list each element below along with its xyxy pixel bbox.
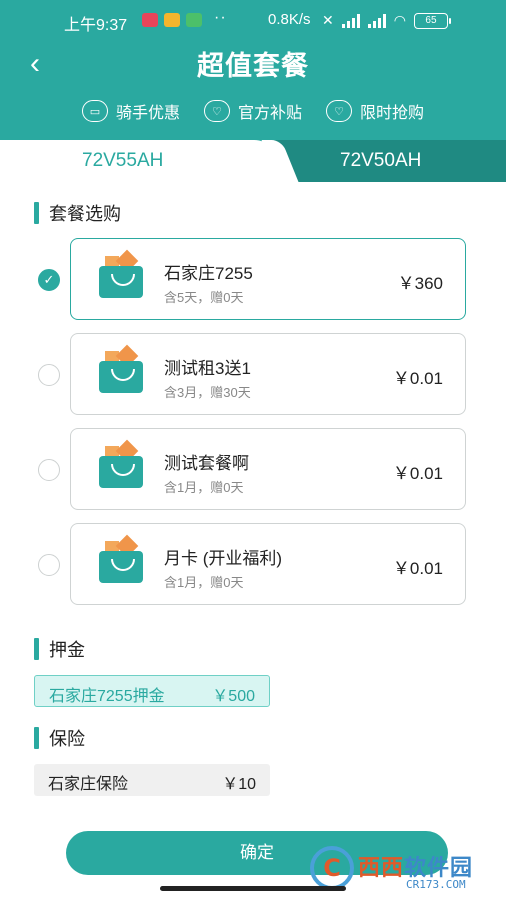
- tab-label-inactive: 72V50AH: [340, 150, 422, 171]
- section-title-deposit: 押金: [34, 636, 85, 662]
- bag-body: [99, 551, 143, 583]
- shopping-bag-icon: [99, 534, 143, 585]
- deposit-price: ￥500: [212, 688, 255, 705]
- package-card[interactable]: 石家庄7255 含5天，赠0天 ￥360: [70, 238, 466, 320]
- package-subtitle: 含1月，赠0天: [164, 575, 244, 590]
- tab-label-active: 72V55AH: [82, 150, 164, 171]
- section-title-packages: 套餐选购: [34, 200, 121, 226]
- bag-body: [99, 361, 143, 393]
- package-price: ￥360: [397, 274, 443, 293]
- perks-row: ▭ 骑手优惠 ♡ 官方补贴 ♡ 限时抢购: [0, 94, 506, 128]
- notification-icons: [142, 13, 202, 27]
- wifi-icon: ◠: [393, 12, 406, 28]
- mi-notification-icon: [186, 13, 202, 27]
- package-card[interactable]: 月卡 (开业福利) 含1月，赠0天 ￥0.01: [70, 523, 466, 605]
- signal-icon: [341, 13, 360, 28]
- bag-body: [99, 456, 143, 488]
- watermark-logo: C: [310, 846, 354, 890]
- package-name: 测试租3送1: [164, 359, 251, 378]
- folder-notification-icon: [164, 13, 180, 27]
- perk-label: 限时抢购: [360, 105, 425, 122]
- section-title-text: 押金: [49, 640, 85, 660]
- perk-label: 官方补贴: [237, 105, 302, 122]
- mute-icon: ✕: [322, 12, 334, 28]
- insurance-name: 石家庄保险: [48, 776, 129, 793]
- deposit-name: 石家庄7255押金: [49, 688, 165, 705]
- package-card[interactable]: 测试套餐啊 含1月，赠0天 ￥0.01: [70, 428, 466, 510]
- deposit-option[interactable]: 石家庄7255押金 ￥500: [34, 675, 270, 707]
- status-time: 上午9:37: [64, 17, 128, 34]
- section-accent-bar: [34, 202, 39, 224]
- package-radio-1[interactable]: ✓: [38, 269, 60, 291]
- status-right-icons: ✕ ◠ 65: [322, 12, 451, 29]
- package-price: ￥0.01: [392, 369, 443, 388]
- watermark-text-b: 软件园: [404, 855, 474, 880]
- page-title: 超值套餐: [197, 51, 309, 81]
- perk-rider-discount: ▭ 骑手优惠: [81, 94, 180, 128]
- check-icon: ✓: [43, 272, 55, 287]
- insurance-price: ￥10: [222, 776, 256, 793]
- battery-tabs: 72V55AH 72V50AH: [0, 140, 506, 182]
- package-radio-2[interactable]: [38, 364, 60, 386]
- home-indicator[interactable]: [160, 886, 346, 891]
- package-card[interactable]: 测试租3送1 含3月，赠30天 ￥0.01: [70, 333, 466, 415]
- perk-official-subsidy: ♡ 官方补贴: [203, 94, 302, 128]
- more-notifications-icon: ··: [214, 9, 227, 26]
- bag-body: [99, 266, 143, 298]
- section-title-insurance: 保险: [34, 725, 85, 751]
- package-name: 测试套餐啊: [164, 454, 249, 473]
- section-title-text: 保险: [49, 729, 85, 749]
- package-price: ￥0.01: [392, 464, 443, 483]
- perk-flash-sale: ♡ 限时抢购: [326, 94, 424, 128]
- app-notification-icon: [142, 13, 158, 27]
- section-accent-bar: [34, 727, 39, 749]
- battery-icon: 65: [413, 12, 451, 29]
- shopping-bag-icon: [99, 344, 143, 395]
- network-speed: 0.8K/s: [268, 11, 311, 28]
- heart-icon: ♡: [203, 100, 230, 122]
- perk-label: 骑手优惠: [115, 105, 180, 122]
- package-subtitle: 含5天，赠0天: [164, 290, 244, 305]
- package-name: 月卡 (开业福利): [164, 549, 283, 568]
- section-title-text: 套餐选购: [49, 204, 121, 224]
- package-subtitle: 含1月，赠0天: [164, 480, 244, 495]
- section-accent-bar: [34, 638, 39, 660]
- insurance-option[interactable]: 石家庄保险 ￥10: [34, 764, 270, 796]
- watermark-url: CR173.COM: [406, 878, 466, 891]
- shopping-bag-icon: [99, 439, 143, 490]
- package-name: 石家庄7255: [164, 264, 253, 283]
- ticket-icon: ▭: [81, 100, 108, 122]
- package-subtitle: 含3月，赠30天: [164, 385, 251, 400]
- status-bar: 上午9:37 ·· 0.8K/s ✕ ◠ 65: [0, 0, 506, 40]
- package-radio-3[interactable]: [38, 459, 60, 481]
- shopping-bag-icon: [99, 249, 143, 300]
- heart-icon: ♡: [326, 100, 352, 122]
- watermark-text-a: 西西: [358, 855, 405, 880]
- signal-hd-icon: [367, 13, 386, 28]
- package-radio-4[interactable]: [38, 554, 60, 576]
- package-price: ￥0.01: [392, 559, 443, 578]
